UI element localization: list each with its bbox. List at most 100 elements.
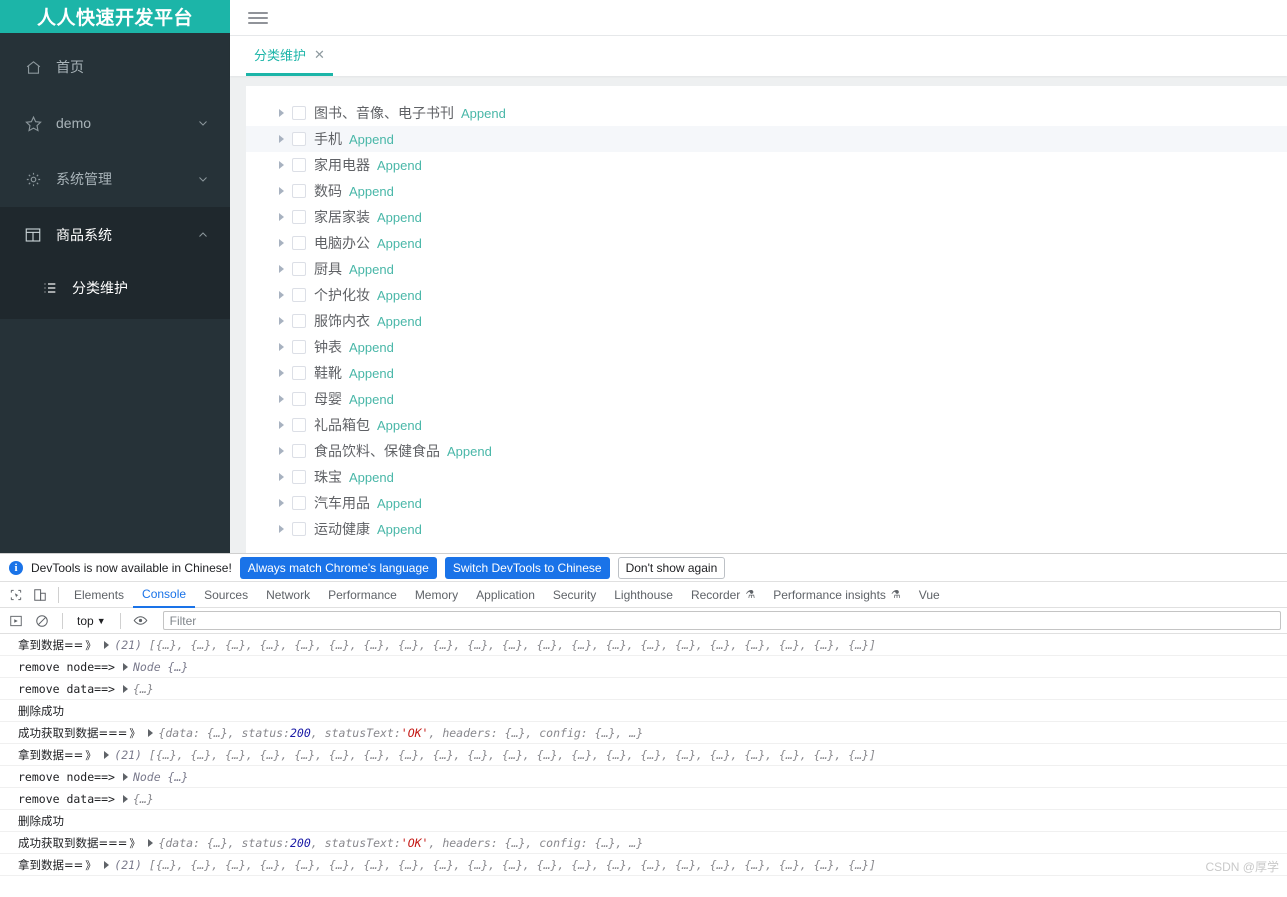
expand-triangle-icon[interactable] — [148, 838, 154, 847]
dont-show-again-button[interactable]: Don't show again — [617, 556, 726, 579]
console-log-row[interactable]: 删除成功 — [0, 810, 1287, 832]
append-button[interactable]: Append — [377, 418, 422, 433]
expand-triangle-icon[interactable] — [104, 640, 110, 649]
tree-checkbox[interactable] — [292, 522, 306, 536]
append-button[interactable]: Append — [377, 158, 422, 173]
expand-arrow-icon[interactable] — [274, 106, 288, 120]
execution-context-selector[interactable]: top ▼ — [71, 614, 112, 628]
tree-checkbox[interactable] — [292, 236, 306, 250]
tab-category-maintenance[interactable]: 分类维护 ✕ — [246, 36, 333, 76]
expand-arrow-icon[interactable] — [274, 132, 288, 146]
expand-arrow-icon[interactable] — [274, 158, 288, 172]
tree-row[interactable]: 运动健康 Append — [246, 516, 1287, 542]
expand-triangle-icon[interactable] — [122, 662, 128, 671]
devtools-tab-network[interactable]: Network — [257, 582, 319, 608]
append-button[interactable]: Append — [377, 522, 422, 537]
expand-arrow-icon[interactable] — [274, 236, 288, 250]
expand-triangle-icon[interactable] — [122, 794, 128, 803]
tree-row[interactable]: 钟表 Append — [246, 334, 1287, 360]
close-icon[interactable]: ✕ — [314, 48, 325, 61]
tree-checkbox[interactable] — [292, 288, 306, 302]
tree-row[interactable]: 汽车用品 Append — [246, 490, 1287, 516]
append-button[interactable]: Append — [377, 236, 422, 251]
execute-icon[interactable] — [4, 610, 28, 632]
tree-row[interactable]: 珠宝 Append — [246, 464, 1287, 490]
always-match-language-button[interactable]: Always match Chrome's language — [239, 556, 437, 579]
expand-arrow-icon[interactable] — [274, 444, 288, 458]
expand-arrow-icon[interactable] — [274, 210, 288, 224]
tree-row[interactable]: 家居家装 Append — [246, 204, 1287, 230]
expand-triangle-icon[interactable] — [122, 772, 128, 781]
console-log-row[interactable]: 成功获取到数据=== 》 {data: {…}, status: 200, stat… — [0, 722, 1287, 744]
tree-row[interactable]: 电脑办公 Append — [246, 230, 1287, 256]
append-button[interactable]: Append — [349, 392, 394, 407]
tree-row[interactable]: 厨具 Append — [246, 256, 1287, 282]
devtools-tab-vue[interactable]: Vue — [910, 582, 949, 608]
expand-triangle-icon[interactable] — [122, 684, 128, 693]
append-button[interactable]: Append — [447, 444, 492, 459]
sidebar-item-product[interactable]: 商品系统 — [0, 207, 230, 263]
tree-row[interactable]: 母婴 Append — [246, 386, 1287, 412]
expand-triangle-icon[interactable] — [104, 860, 110, 869]
hamburger-icon[interactable] — [248, 9, 268, 27]
expand-arrow-icon[interactable] — [274, 470, 288, 484]
console-log-row[interactable]: remove node==> Node {…} — [0, 766, 1287, 788]
devtools-tab-recorder[interactable]: Recorder ⚗ — [682, 582, 764, 608]
append-button[interactable]: Append — [349, 470, 394, 485]
console-log-row[interactable]: 拿到数据== 》 (21) [{…}, {…}, {…}, {…}, {…}, {…… — [0, 634, 1287, 656]
devtools-tab-sources[interactable]: Sources — [195, 582, 257, 608]
console-log-row[interactable]: remove data==> {…} — [0, 788, 1287, 810]
expand-arrow-icon[interactable] — [274, 392, 288, 406]
live-expression-icon[interactable] — [129, 610, 153, 632]
tree-row[interactable]: 手机 Append — [246, 126, 1287, 152]
console-log-row[interactable]: remove node==> Node {…} — [0, 656, 1287, 678]
append-button[interactable]: Append — [377, 496, 422, 511]
tree-checkbox[interactable] — [292, 366, 306, 380]
tree-checkbox[interactable] — [292, 340, 306, 354]
tree-checkbox[interactable] — [292, 210, 306, 224]
expand-arrow-icon[interactable] — [274, 340, 288, 354]
expand-triangle-icon[interactable] — [148, 728, 154, 737]
tree-row[interactable]: 家用电器 Append — [246, 152, 1287, 178]
console-log-row[interactable]: 拿到数据== 》 (21) [{…}, {…}, {…}, {…}, {…}, {…… — [0, 854, 1287, 876]
sidebar-item-system[interactable]: 系统管理 — [0, 151, 230, 207]
append-button[interactable]: Append — [349, 340, 394, 355]
append-button[interactable]: Append — [349, 262, 394, 277]
tree-row[interactable]: 食品饮料、保健食品 Append — [246, 438, 1287, 464]
clear-console-icon[interactable] — [30, 610, 54, 632]
tree-checkbox[interactable] — [292, 262, 306, 276]
console-log-row[interactable]: 成功获取到数据=== 》 {data: {…}, status: 200, stat… — [0, 832, 1287, 854]
devtools-tab-memory[interactable]: Memory — [406, 582, 467, 608]
tree-row[interactable]: 鞋靴 Append — [246, 360, 1287, 386]
console-log-row[interactable]: 拿到数据== 》 (21) [{…}, {…}, {…}, {…}, {…}, {…… — [0, 744, 1287, 766]
devtools-tab-application[interactable]: Application — [467, 582, 544, 608]
console-output[interactable]: 拿到数据== 》 (21) [{…}, {…}, {…}, {…}, {…}, {…… — [0, 634, 1287, 897]
append-button[interactable]: Append — [349, 366, 394, 381]
sidebar-item-home[interactable]: 首页 — [0, 39, 230, 95]
tree-checkbox[interactable] — [292, 496, 306, 510]
expand-arrow-icon[interactable] — [274, 262, 288, 276]
expand-arrow-icon[interactable] — [274, 366, 288, 380]
expand-arrow-icon[interactable] — [274, 418, 288, 432]
expand-arrow-icon[interactable] — [274, 496, 288, 510]
switch-to-chinese-button[interactable]: Switch DevTools to Chinese — [444, 556, 610, 579]
append-button[interactable]: Append — [377, 314, 422, 329]
tree-row[interactable]: 图书、音像、电子书刊 Append — [246, 100, 1287, 126]
tree-checkbox[interactable] — [292, 106, 306, 120]
devtools-tab-performance-insights[interactable]: Performance insights ⚗ — [764, 582, 910, 608]
expand-arrow-icon[interactable] — [274, 184, 288, 198]
devtools-tab-console[interactable]: Console — [133, 582, 196, 608]
append-button[interactable]: Append — [349, 132, 394, 147]
tree-checkbox[interactable] — [292, 444, 306, 458]
tree-row[interactable]: 数码 Append — [246, 178, 1287, 204]
tree-row[interactable]: 礼品箱包 Append — [246, 412, 1287, 438]
tree-checkbox[interactable] — [292, 184, 306, 198]
tree-row[interactable]: 个护化妆 Append — [246, 282, 1287, 308]
tree-checkbox[interactable] — [292, 132, 306, 146]
tree-checkbox[interactable] — [292, 392, 306, 406]
tree-checkbox[interactable] — [292, 314, 306, 328]
sidebar-item-category-maintenance[interactable]: 分类维护 — [0, 263, 230, 313]
tree-checkbox[interactable] — [292, 158, 306, 172]
tree-checkbox[interactable] — [292, 418, 306, 432]
tree-row[interactable]: 服饰内衣 Append — [246, 308, 1287, 334]
